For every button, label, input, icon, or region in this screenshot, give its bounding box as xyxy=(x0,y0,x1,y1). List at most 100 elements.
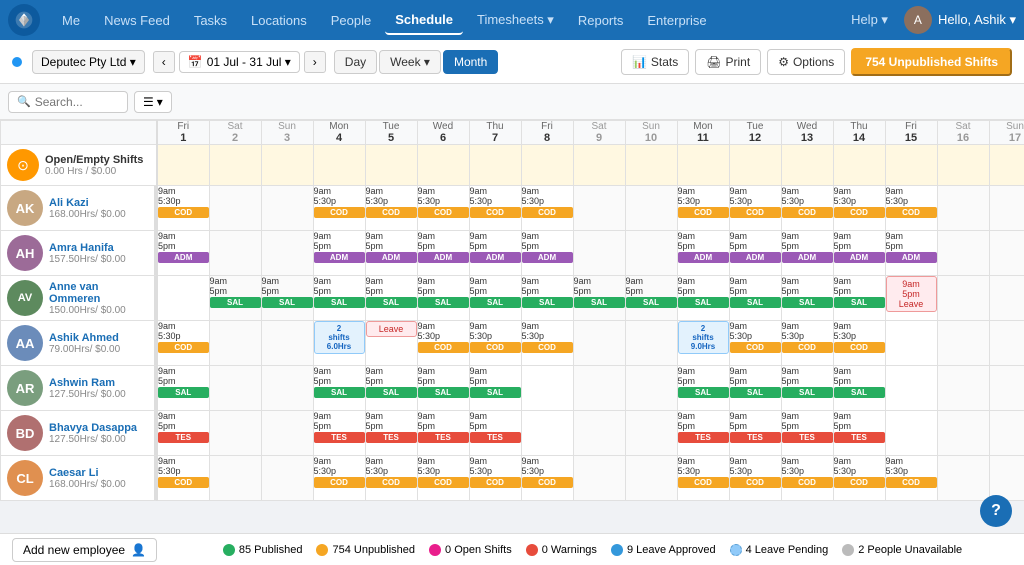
amra-d16[interactable] xyxy=(937,231,989,276)
open-d17[interactable] xyxy=(989,145,1024,186)
ashwin-ram-name[interactable]: Ashwin Ram xyxy=(49,377,148,389)
ali-d2[interactable] xyxy=(209,186,261,231)
amra-d10[interactable] xyxy=(625,231,677,276)
open-d6[interactable] xyxy=(417,145,469,186)
unpublished-button[interactable]: 754 Unpublished Shifts xyxy=(851,48,1012,76)
anne-d12[interactable]: 9am5pmSAL xyxy=(729,276,781,321)
caesar-d16[interactable] xyxy=(937,456,989,501)
ashik-d15[interactable] xyxy=(885,321,937,366)
print-button[interactable]: 🖨 Print xyxy=(695,49,761,75)
nav-timesheets[interactable]: Timesheets ▾ xyxy=(467,6,564,34)
caesar-d11[interactable]: 9am5:30pCOD xyxy=(677,456,729,501)
anne-name[interactable]: Anne van Ommeren xyxy=(49,281,148,305)
anne-d7[interactable]: 9am5pmSAL xyxy=(469,276,521,321)
prev-date-button[interactable]: ‹ xyxy=(153,51,175,73)
ali-d12[interactable]: 9am5:30pCOD xyxy=(729,186,781,231)
anne-d11[interactable]: 9am5pmSAL xyxy=(677,276,729,321)
ashwin-d17[interactable] xyxy=(989,366,1024,411)
open-d9[interactable] xyxy=(573,145,625,186)
ashik-d17[interactable] xyxy=(989,321,1024,366)
caesar-d5[interactable]: 9am5:30pCOD xyxy=(365,456,417,501)
ali-d6[interactable]: 9am5:30pCOD xyxy=(417,186,469,231)
caesar-d7[interactable]: 9am5:30pCOD xyxy=(469,456,521,501)
open-d13[interactable] xyxy=(781,145,833,186)
ashik-d6[interactable]: 9am5:30pCOD xyxy=(417,321,469,366)
open-d8[interactable] xyxy=(521,145,573,186)
add-employee-button[interactable]: Add new employee 👤 xyxy=(12,538,157,562)
caesar-d10[interactable] xyxy=(625,456,677,501)
month-view-button[interactable]: Month xyxy=(443,50,498,74)
open-d7[interactable] xyxy=(469,145,521,186)
open-d12[interactable] xyxy=(729,145,781,186)
date-range-label[interactable]: 📅 01 Jul - 31 Jul ▾ xyxy=(179,51,300,73)
ashwin-d8[interactable] xyxy=(521,366,573,411)
ali-d13[interactable]: 9am5:30pCOD xyxy=(781,186,833,231)
ashik-d3[interactable] xyxy=(261,321,313,366)
filter-button[interactable]: ☰ ▾ xyxy=(134,91,172,113)
open-d1[interactable] xyxy=(157,145,209,186)
caesar-li-name[interactable]: Caesar Li xyxy=(49,467,148,479)
bhavya-d13[interactable]: 9am5pmTES xyxy=(781,411,833,456)
caesar-d12[interactable]: 9am5:30pCOD xyxy=(729,456,781,501)
ashwin-d16[interactable] xyxy=(937,366,989,411)
nav-enterprise[interactable]: Enterprise xyxy=(637,7,716,34)
help-fab-button[interactable]: ? xyxy=(980,495,1012,527)
bhavya-d1[interactable]: 9am5pmTES xyxy=(157,411,209,456)
caesar-d4[interactable]: 9am5:30pCOD xyxy=(313,456,365,501)
ashik-d10[interactable] xyxy=(625,321,677,366)
nav-newsfeed[interactable]: News Feed xyxy=(94,7,180,34)
ashik-d1[interactable]: 9am5:30pCOD xyxy=(157,321,209,366)
ashwin-d9[interactable] xyxy=(573,366,625,411)
amra-hanifa-name[interactable]: Amra Hanifa xyxy=(49,242,148,254)
ali-d8[interactable]: 9am5:30pCOD xyxy=(521,186,573,231)
bhavya-d15[interactable] xyxy=(885,411,937,456)
amra-d9[interactable] xyxy=(573,231,625,276)
options-button[interactable]: ⚙ Options xyxy=(767,49,845,75)
ali-d1[interactable]: 9am5:30pCOD xyxy=(157,186,209,231)
next-date-button[interactable]: › xyxy=(304,51,326,73)
ashwin-d12[interactable]: 9am5pmSAL xyxy=(729,366,781,411)
anne-d4[interactable]: 9am5pmSAL xyxy=(313,276,365,321)
ashik-ahmed-name[interactable]: Ashik Ahmed xyxy=(49,332,148,344)
ashik-d5[interactable]: Leave xyxy=(365,321,417,366)
bhavya-d8[interactable] xyxy=(521,411,573,456)
amra-d12[interactable]: 9am5pmADM xyxy=(729,231,781,276)
bhavya-d14[interactable]: 9am5pmTES xyxy=(833,411,885,456)
ali-d11[interactable]: 9am5:30pCOD xyxy=(677,186,729,231)
ali-d17[interactable] xyxy=(989,186,1024,231)
open-d4[interactable] xyxy=(313,145,365,186)
ashik-d9[interactable] xyxy=(573,321,625,366)
caesar-d8[interactable]: 9am5:30pCOD xyxy=(521,456,573,501)
anne-d2[interactable]: 9am5pmSAL xyxy=(209,276,261,321)
amra-d2[interactable] xyxy=(209,231,261,276)
nav-locations[interactable]: Locations xyxy=(241,7,317,34)
bhavya-d17[interactable] xyxy=(989,411,1024,456)
ali-d7[interactable]: 9am5:30pCOD xyxy=(469,186,521,231)
anne-d10[interactable]: 9am5pmSAL xyxy=(625,276,677,321)
nav-reports[interactable]: Reports xyxy=(568,7,634,34)
amra-d4[interactable]: 9am5pmADM xyxy=(313,231,365,276)
ashik-d12[interactable]: 9am5:30pCOD xyxy=(729,321,781,366)
caesar-d1[interactable]: 9am5:30pCOD xyxy=(157,456,209,501)
bhavya-d9[interactable] xyxy=(573,411,625,456)
anne-d9[interactable]: 9am5pmSAL xyxy=(573,276,625,321)
ashwin-d1[interactable]: 9am5pmSAL xyxy=(157,366,209,411)
ashwin-d2[interactable] xyxy=(209,366,261,411)
open-d11[interactable] xyxy=(677,145,729,186)
location-selector[interactable]: Deputec Pty Ltd ▾ xyxy=(32,50,145,74)
ashik-d8[interactable]: 9am5:30pCOD xyxy=(521,321,573,366)
amra-d14[interactable]: 9am5pmADM xyxy=(833,231,885,276)
bhavya-d3[interactable] xyxy=(261,411,313,456)
ali-d9[interactable] xyxy=(573,186,625,231)
ashwin-d3[interactable] xyxy=(261,366,313,411)
amra-d8[interactable]: 9am5pmADM xyxy=(521,231,573,276)
nav-schedule[interactable]: Schedule xyxy=(385,6,463,35)
ashik-d14[interactable]: 9am5:30pCOD xyxy=(833,321,885,366)
amra-d11[interactable]: 9am5pmADM xyxy=(677,231,729,276)
amra-d5[interactable]: 9am5pmADM xyxy=(365,231,417,276)
caesar-d15[interactable]: 9am5:30pCOD xyxy=(885,456,937,501)
anne-d17[interactable] xyxy=(989,276,1024,321)
bhavya-d10[interactable] xyxy=(625,411,677,456)
anne-d3[interactable]: 9am5pmSAL xyxy=(261,276,313,321)
ali-d10[interactable] xyxy=(625,186,677,231)
